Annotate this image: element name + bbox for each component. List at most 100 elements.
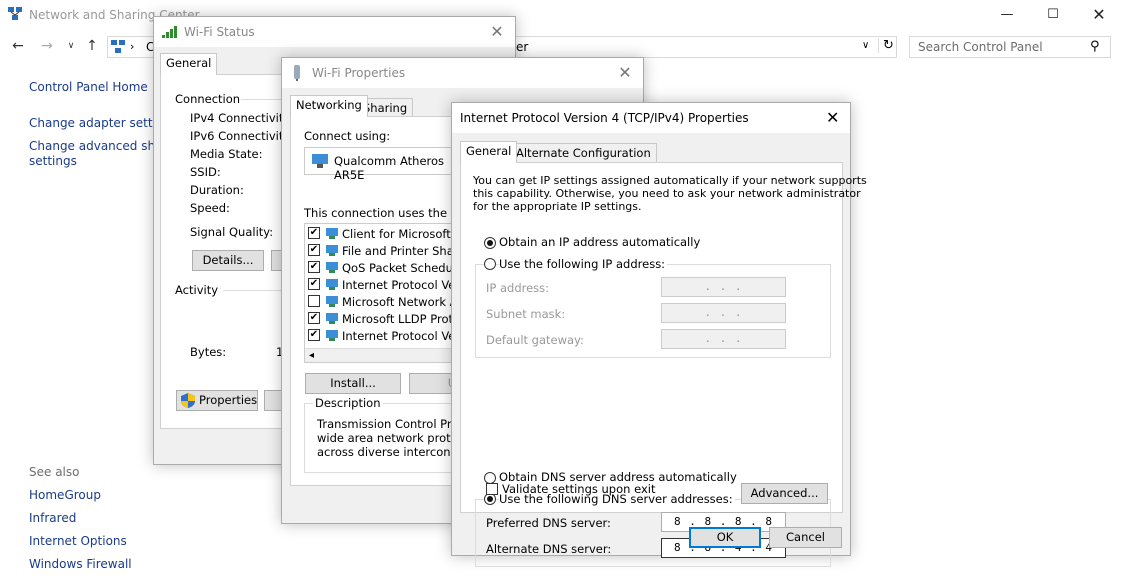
signal-quality-label: Signal Quality: — [190, 225, 274, 239]
subnet-mask-field[interactable]: . . . — [661, 303, 786, 323]
intro-line-1: You can get IP settings assigned automat… — [473, 174, 867, 187]
maximize-button[interactable]: ☐ — [1030, 2, 1076, 28]
media-state-label: Media State: — [190, 147, 263, 161]
properties-button[interactable]: Properties — [176, 390, 258, 411]
component-list-item[interactable]: Microsoft Network Ada — [305, 293, 473, 310]
component-icon — [325, 311, 339, 325]
address-text-right: er — [516, 40, 529, 54]
component-label: QoS Packet Schedule — [342, 261, 464, 275]
network-adapter-icon — [312, 154, 328, 171]
component-list-item[interactable]: ✔ Client for Microsoft Net — [305, 225, 473, 242]
close-window-button[interactable]: ✕ — [1076, 2, 1121, 28]
search-icon[interactable]: ⚲ — [1090, 39, 1100, 54]
component-checkbox[interactable]: ✔ — [308, 227, 320, 239]
use-following-ip-radio[interactable] — [484, 258, 496, 270]
tab-networking[interactable]: Networking — [290, 95, 368, 117]
alternate-dns-label: Alternate DNS server: — [486, 542, 612, 556]
ipv4-general-panel: You can get IP settings assigned automat… — [460, 162, 867, 567]
default-gateway-label: Default gateway: — [486, 333, 584, 347]
component-checkbox[interactable]: ✔ — [308, 261, 320, 273]
component-icon — [325, 328, 339, 342]
wifi-signal-icon — [162, 26, 180, 41]
component-icon — [325, 260, 339, 274]
search-box[interactable]: Search Control Panel ⚲ — [909, 36, 1111, 58]
component-list-item[interactable]: ✔ Internet Protocol Versi — [305, 327, 473, 344]
ok-button[interactable]: OK — [689, 527, 761, 548]
obtain-ip-auto-label[interactable]: Obtain an IP address automatically — [499, 235, 700, 249]
component-checkbox[interactable]: ✔ — [308, 278, 320, 290]
infrared-link[interactable]: Infrared — [29, 511, 76, 525]
component-checkbox[interactable]: ✔ — [308, 329, 320, 341]
wifi-adapter-icon — [292, 65, 302, 84]
intro-line-3: for the appropriate IP settings. — [473, 200, 642, 213]
preferred-dns-label: Preferred DNS server: — [486, 516, 611, 530]
wifi-properties-title: Wi-Fi Properties — [312, 66, 406, 80]
wifi-status-title-bar: Wi-Fi Status ✕ — [154, 17, 515, 47]
speed-label: Speed: — [190, 201, 230, 215]
breadcrumb-chevron-icon: › — [130, 40, 135, 53]
duration-label: Duration: — [190, 183, 244, 197]
component-list-item[interactable]: ✔ Microsoft LLDP Protoc — [305, 310, 473, 327]
intro-line-2: this capability. Otherwise, you need to … — [473, 187, 861, 200]
scroll-left-icon[interactable]: ◂ — [309, 350, 314, 361]
use-following-ip-label[interactable]: Use the following IP address: — [499, 257, 668, 271]
uac-shield-icon — [181, 393, 195, 414]
ip-address-label: IP address: — [486, 281, 550, 295]
control-panel-home-link[interactable]: Control Panel Home — [29, 80, 148, 94]
advanced-button[interactable]: Advanced... — [741, 483, 828, 504]
change-advanced-sharing-link-line2[interactable]: settings — [29, 154, 77, 168]
ipv4-connectivity-label: IPv4 Connectivity: — [190, 111, 294, 125]
component-icon — [325, 226, 339, 240]
homegroup-link[interactable]: HomeGroup — [29, 488, 101, 502]
obtain-ip-auto-radio[interactable] — [484, 237, 496, 249]
ipv4-title-bar: Internet Protocol Version 4 (TCP/IPv4) P… — [452, 103, 850, 133]
refresh-icon[interactable]: ↻ — [878, 38, 894, 53]
activity-heading: Activity — [175, 283, 219, 297]
component-list-item[interactable]: ✔ Internet Protocol Versi — [305, 276, 473, 293]
search-placeholder: Search Control Panel — [918, 40, 1043, 54]
validate-settings-checkbox[interactable] — [486, 483, 498, 495]
default-gateway-field[interactable]: . . . — [661, 329, 786, 349]
cancel-button[interactable]: Cancel — [769, 527, 842, 548]
component-checkbox[interactable]: ✔ — [308, 244, 320, 256]
back-arrow-icon[interactable]: ← — [9, 38, 27, 54]
network-app-icon — [8, 7, 22, 21]
disable-button-partial[interactable] — [264, 390, 282, 411]
ipv4-title: Internet Protocol Version 4 (TCP/IPv4) P… — [460, 111, 749, 125]
connection-heading: Connection — [175, 92, 241, 106]
ipv4-panel-lower — [460, 367, 843, 409]
install-button[interactable]: Install... — [305, 373, 401, 394]
see-also-heading: See also — [29, 465, 80, 479]
recent-locations-chevron-icon[interactable]: ∨ — [62, 41, 80, 51]
component-list-item[interactable]: ✔ File and Printer Sharing — [305, 242, 473, 259]
component-list[interactable]: ✔ Client for Microsoft Net ✔ File and Print… — [304, 223, 474, 363]
tab-ipv4-general[interactable]: General — [460, 141, 518, 163]
wifi-status-close-icon[interactable]: ✕ — [487, 22, 507, 41]
windows-firewall-link[interactable]: Windows Firewall — [29, 557, 132, 571]
internet-options-link[interactable]: Internet Options — [29, 534, 127, 548]
component-checkbox[interactable] — [308, 295, 320, 307]
wifi-status-title: Wi-Fi Status — [184, 25, 255, 39]
forward-arrow-icon[interactable]: → — [38, 38, 56, 54]
wifi-properties-close-icon[interactable]: ✕ — [615, 63, 635, 82]
adapter-box: Qualcomm Atheros AR5E — [304, 147, 474, 182]
details-button[interactable]: Details... — [192, 250, 264, 271]
component-checkbox[interactable]: ✔ — [308, 312, 320, 324]
tab-general[interactable]: General — [160, 53, 218, 75]
properties-button-label: Properties — [199, 393, 258, 407]
ip-address-field[interactable]: . . . — [661, 277, 786, 297]
tab-alternate-configuration[interactable]: Alternate Configuration — [510, 143, 657, 163]
component-list-item[interactable]: ✔ QoS Packet Schedule — [305, 259, 473, 276]
subnet-mask-label: Subnet mask: — [486, 307, 566, 321]
minimize-button[interactable]: — — [984, 2, 1030, 28]
control-panel-icon — [111, 40, 125, 54]
up-arrow-icon[interactable]: ↑ — [83, 38, 101, 54]
component-icon — [325, 277, 339, 291]
horizontal-scrollbar[interactable]: ◂ — [305, 348, 473, 362]
component-label: Microsoft LLDP Protoc — [342, 312, 467, 326]
validate-settings-label[interactable]: Validate settings upon exit — [502, 482, 655, 496]
ipv4-close-icon[interactable]: ✕ — [826, 108, 839, 127]
description-heading: Description — [313, 396, 383, 410]
address-dropdown-chevron-icon[interactable]: ∨ — [862, 40, 869, 51]
ipv6-connectivity-label: IPv6 Connectivity: — [190, 129, 294, 143]
